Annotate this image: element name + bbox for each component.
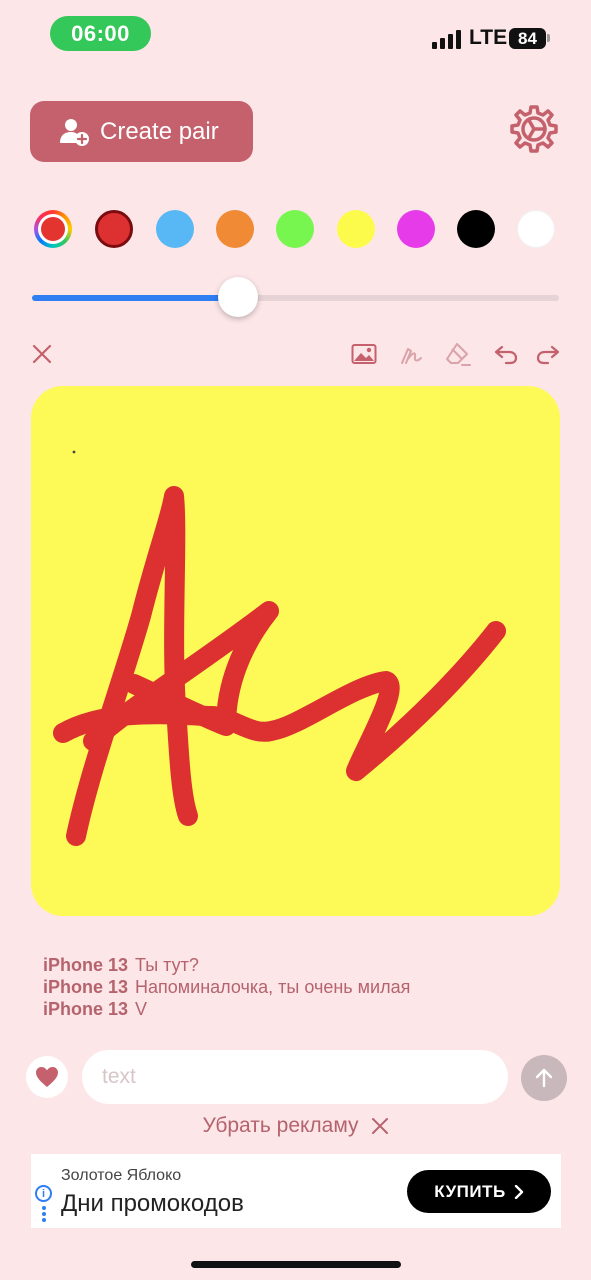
pen-icon[interactable] <box>398 341 424 367</box>
create-pair-button[interactable]: Create pair <box>30 101 253 162</box>
ad-title: Дни промокодов <box>61 1190 244 1217</box>
heart-icon <box>36 1067 58 1087</box>
color-swatch[interactable] <box>276 210 314 248</box>
home-indicator <box>191 1261 401 1268</box>
color-swatch[interactable] <box>457 210 495 248</box>
custom-color-swatch[interactable] <box>34 210 72 248</box>
settings-gear-icon[interactable] <box>509 104 559 154</box>
stroke-dot <box>72 450 76 454</box>
color-swatch[interactable] <box>517 210 555 248</box>
brush-size-fill <box>32 295 238 301</box>
chevron-right-icon <box>514 1184 523 1199</box>
close-icon <box>371 1118 388 1134</box>
heart-button[interactable] <box>26 1056 68 1098</box>
undo-icon[interactable] <box>493 341 519 367</box>
message-item: iPhone 13 Напоминалочка, ты очень милая <box>43 976 410 998</box>
message-item: iPhone 13 V <box>43 998 410 1020</box>
color-swatch[interactable] <box>397 210 435 248</box>
message-item: iPhone 13 Ты тут? <box>43 954 410 976</box>
status-time: 06:00 <box>50 16 151 51</box>
handwriting-stroke <box>53 486 506 846</box>
send-button[interactable] <box>521 1055 567 1101</box>
message-text: V <box>135 999 148 1019</box>
ad-banner[interactable]: i Золотое Яблоко Дни промокодов КУПИТЬ <box>31 1154 561 1228</box>
message-sender: iPhone 13 <box>43 977 129 997</box>
arrow-up-icon <box>535 1068 553 1088</box>
message-input[interactable] <box>82 1050 508 1104</box>
network-label: LTE <box>469 26 508 49</box>
drawing-strokes <box>53 450 506 846</box>
signal-icon <box>432 29 461 49</box>
battery-icon: 84 <box>509 28 546 49</box>
message-sender: iPhone 13 <box>43 999 129 1019</box>
ad-brand: Золотое Яблоко <box>61 1167 182 1184</box>
ad-buy-label: КУПИТЬ <box>434 1181 506 1201</box>
close-icon[interactable] <box>29 341 55 367</box>
create-pair-label: Create pair <box>100 117 219 145</box>
image-icon[interactable] <box>351 341 377 367</box>
remove-ads-link[interactable]: Убрать рекламу <box>0 1114 591 1138</box>
more-dots-icon[interactable] <box>42 1206 46 1222</box>
eraser-icon[interactable] <box>445 341 471 367</box>
color-swatch[interactable] <box>337 210 375 248</box>
color-swatch[interactable] <box>95 210 133 248</box>
drawing-canvas[interactable] <box>31 386 560 916</box>
remove-ads-label: Убрать рекламу <box>202 1114 359 1137</box>
ad-buy-button[interactable]: КУПИТЬ <box>407 1170 551 1213</box>
brush-size-thumb[interactable] <box>217 277 258 317</box>
message-text: Напоминалочка, ты очень милая <box>135 977 411 997</box>
color-swatch[interactable] <box>216 210 254 248</box>
battery-tip <box>547 34 550 42</box>
color-swatch[interactable] <box>156 210 194 248</box>
info-icon[interactable]: i <box>35 1185 52 1202</box>
add-user-icon <box>60 118 89 146</box>
redo-icon[interactable] <box>535 341 561 367</box>
message-sender: iPhone 13 <box>43 955 129 975</box>
message-text: Ты тут? <box>135 955 199 975</box>
message-list: iPhone 13 Ты тут? iPhone 13 Напоминалочк… <box>43 954 410 1020</box>
battery-level: 84 <box>518 28 537 48</box>
